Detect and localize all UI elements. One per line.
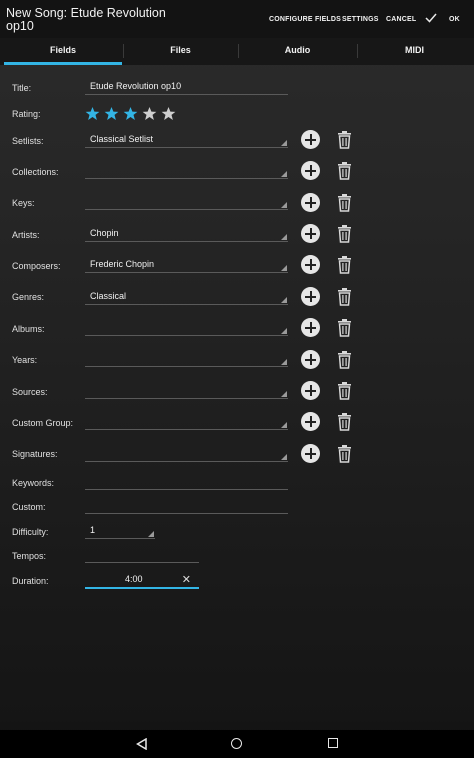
star-icon[interactable]	[161, 106, 176, 121]
years-field[interactable]	[85, 350, 288, 367]
trash-icon[interactable]	[337, 224, 352, 243]
signatures-field[interactable]	[85, 445, 288, 462]
tempos-field[interactable]	[85, 546, 199, 563]
duration-label: Duration:	[12, 576, 49, 586]
dropdown-corner-icon	[281, 234, 287, 240]
dropdown-corner-icon	[281, 202, 287, 208]
artists-label: Artists:	[12, 230, 40, 240]
signatures-label: Signatures:	[12, 449, 58, 459]
add-source-button[interactable]	[301, 381, 320, 400]
add-collection-button[interactable]	[301, 161, 320, 180]
custom-group-label: Custom Group:	[12, 418, 74, 428]
add-artist-button[interactable]	[301, 224, 320, 243]
home-icon[interactable]	[231, 738, 242, 749]
trash-icon[interactable]	[337, 444, 352, 463]
add-key-button[interactable]	[301, 193, 320, 212]
sources-field[interactable]	[85, 382, 288, 399]
star-icon[interactable]	[104, 106, 119, 121]
dropdown-corner-icon	[281, 422, 287, 428]
tempos-label: Tempos:	[12, 551, 47, 561]
keywords-field[interactable]	[85, 473, 288, 490]
ok-button[interactable]: OK	[449, 16, 460, 23]
add-genre-button[interactable]	[301, 287, 320, 306]
dropdown-corner-icon	[281, 140, 287, 146]
composers-value: Frederic Chopin	[90, 259, 155, 269]
setlists-field[interactable]: Classical Setlist	[85, 131, 288, 148]
custom-field[interactable]	[85, 497, 288, 514]
dropdown-corner-icon	[281, 391, 287, 397]
star-icon[interactable]	[142, 106, 157, 121]
trash-icon[interactable]	[337, 412, 352, 431]
trash-icon[interactable]	[337, 193, 352, 212]
add-album-button[interactable]	[301, 318, 320, 337]
title-field[interactable]: Etude Revolution op10	[85, 78, 288, 95]
cancel-button[interactable]: CANCEL	[386, 16, 416, 23]
title-value: Etude Revolution op10	[90, 81, 182, 91]
difficulty-value: 1	[90, 525, 96, 535]
configure-fields-button[interactable]: CONFIGURE FIELDS	[269, 16, 341, 23]
duration-value: 4:00	[125, 574, 143, 584]
trash-icon[interactable]	[337, 350, 352, 369]
title-label: Title:	[12, 83, 32, 93]
composers-label: Composers:	[12, 261, 61, 271]
collections-field[interactable]	[85, 162, 288, 179]
albums-label: Albums:	[12, 324, 45, 334]
tab-files[interactable]: Files	[124, 38, 237, 65]
trash-icon[interactable]	[337, 161, 352, 180]
artists-field[interactable]: Chopin	[85, 225, 288, 242]
tab-bar: Fields Files Audio MIDI	[0, 38, 474, 65]
artists-value: Chopin	[90, 228, 119, 238]
add-signature-button[interactable]	[301, 444, 320, 463]
clear-icon[interactable]: ✕	[182, 573, 191, 586]
trash-icon[interactable]	[337, 381, 352, 400]
tab-midi[interactable]: MIDI	[358, 38, 471, 65]
setlists-value: Classical Setlist	[90, 134, 154, 144]
tab-audio[interactable]: Audio	[239, 38, 356, 65]
setlists-label: Setlists:	[12, 136, 44, 146]
trash-icon[interactable]	[337, 287, 352, 306]
navigation-bar	[0, 730, 474, 758]
song-editor-screen: New Song: Etude Revolution op10 CONFIGUR…	[0, 0, 474, 758]
checkmark-icon[interactable]	[424, 11, 438, 25]
back-icon[interactable]	[136, 738, 147, 750]
difficulty-field[interactable]: 1	[85, 522, 155, 539]
sources-label: Sources:	[12, 387, 48, 397]
dropdown-corner-icon	[281, 328, 287, 334]
dropdown-corner-icon	[281, 359, 287, 365]
genres-label: Genres:	[12, 292, 45, 302]
years-label: Years:	[12, 355, 38, 365]
keywords-label: Keywords:	[12, 478, 55, 488]
genres-value: Classical	[90, 291, 127, 301]
star-icon[interactable]	[123, 106, 138, 121]
duration-field[interactable]: 4:00 ✕	[85, 571, 199, 589]
action-bar: New Song: Etude Revolution op10 CONFIGUR…	[0, 0, 474, 38]
collections-label: Collections:	[12, 167, 59, 177]
settings-button[interactable]: SETTINGS	[342, 16, 379, 23]
genres-field[interactable]: Classical	[85, 288, 288, 305]
page-title: New Song: Etude Revolution op10	[6, 6, 166, 33]
add-composer-button[interactable]	[301, 255, 320, 274]
dropdown-corner-icon	[281, 297, 287, 303]
custom-group-field[interactable]	[85, 413, 288, 430]
dropdown-corner-icon	[281, 454, 287, 460]
rating-label: Rating:	[12, 109, 41, 119]
add-setlist-button[interactable]	[301, 130, 320, 149]
add-year-button[interactable]	[301, 350, 320, 369]
tab-fields[interactable]: Fields	[4, 38, 122, 65]
custom-label: Custom:	[12, 502, 46, 512]
trash-icon[interactable]	[337, 318, 352, 337]
star-icon[interactable]	[85, 106, 100, 121]
difficulty-label: Difficulty:	[12, 527, 49, 537]
dropdown-corner-icon	[148, 531, 154, 537]
dropdown-corner-icon	[281, 265, 287, 271]
albums-field[interactable]	[85, 319, 288, 336]
trash-icon[interactable]	[337, 255, 352, 274]
composers-field[interactable]: Frederic Chopin	[85, 256, 288, 273]
recents-icon[interactable]	[328, 738, 338, 748]
add-custom-group-button[interactable]	[301, 412, 320, 431]
dropdown-corner-icon	[281, 171, 287, 177]
keys-field[interactable]	[85, 193, 288, 210]
keys-label: Keys:	[12, 198, 35, 208]
trash-icon[interactable]	[337, 130, 352, 149]
